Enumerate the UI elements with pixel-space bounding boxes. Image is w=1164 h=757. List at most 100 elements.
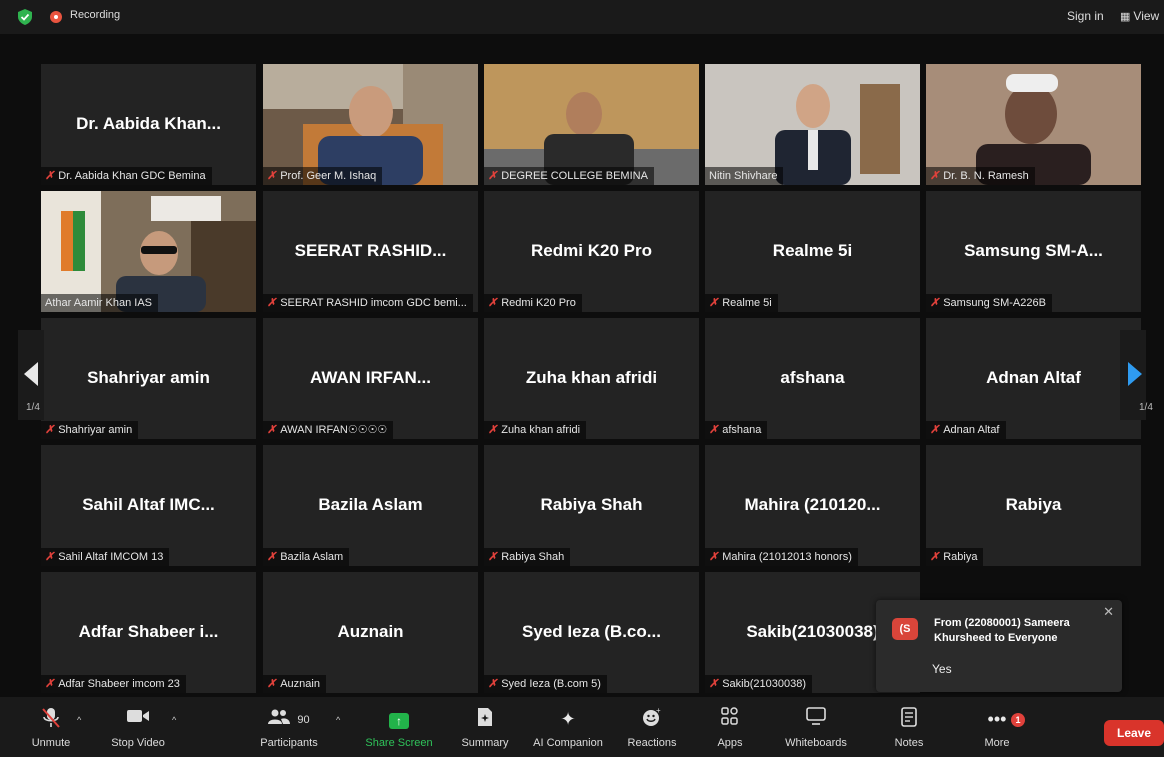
participant-name-label: ✗ Bazila Aslam xyxy=(263,548,350,566)
participants-icon xyxy=(268,709,295,729)
participant-name: AWAN IRFAN☉☉☉☉ xyxy=(280,424,388,436)
participant-name-label: ✗ Dr. B. N. Ramesh xyxy=(926,167,1035,185)
participant-name: Adfar Shabeer imcom 23 xyxy=(58,678,180,690)
chat-sender-avatar: (S xyxy=(892,618,918,640)
participant-name: Adnan Altaf xyxy=(943,424,1000,436)
participant-name: Auznain xyxy=(280,678,320,690)
muted-mic-icon: ✗ xyxy=(709,424,719,436)
muted-mic-icon: ✗ xyxy=(45,551,55,563)
participant-name-label: ✗ Mahira (21012013 honors) xyxy=(705,548,858,566)
muted-mic-icon: ✗ xyxy=(488,551,498,563)
whiteboard-icon xyxy=(774,707,858,731)
participant-tile[interactable]: ✗ DEGREE COLLEGE BEMINA xyxy=(484,64,699,185)
participant-name: DEGREE COLLEGE BEMINA xyxy=(501,170,648,182)
muted-mic-icon: ✗ xyxy=(488,424,498,436)
participant-tile[interactable]: SEERAT RASHID... ✗ SEERAT RASHID imcom GDC… xyxy=(263,191,478,312)
participant-name-label: ✗ Auznain xyxy=(263,675,326,693)
participant-tile[interactable]: Zuha khan afridi ✗ Zuha khan afridi xyxy=(484,318,699,439)
participant-name-label: ✗ Redmi K20 Pro xyxy=(484,294,582,312)
svg-text:+: + xyxy=(656,707,661,715)
participant-name-label: ✗ Rabiya Shah xyxy=(484,548,571,566)
muted-mic-icon: ✗ xyxy=(45,678,55,690)
participants-count: 90 xyxy=(297,714,310,727)
participant-display-name: Auznain xyxy=(337,622,404,641)
summary-button[interactable]: Summary xyxy=(456,707,514,749)
apps-icon xyxy=(710,707,750,731)
participant-tile[interactable]: Rabiya Shah ✗ Rabiya Shah xyxy=(484,445,699,566)
participant-name-label: ✗ Shahriyar amin xyxy=(41,421,139,439)
participant-tile[interactable]: Dr. Aabida Khan... ✗ Dr. Aabida Khan GDC B… xyxy=(41,64,256,185)
participant-display-name: Adfar Shabeer i... xyxy=(78,622,219,641)
participant-name-label: ✗ afshana xyxy=(705,421,768,439)
participant-name: Rabiya Shah xyxy=(501,551,565,563)
participant-tile[interactable]: Shahriyar amin ✗ Shahriyar amin xyxy=(41,318,256,439)
participant-name: Athar Aamir Khan IAS xyxy=(45,297,152,309)
participant-tile[interactable]: ✗ Prof. Geer M. Ishaq xyxy=(263,64,478,185)
video-options-chevron-up-icon[interactable]: ^ xyxy=(172,715,176,725)
chat-notification[interactable]: (S From (22080001) Sameera Khursheed to … xyxy=(876,600,1122,692)
stop-video-button[interactable]: Stop Video xyxy=(104,707,172,749)
participant-display-name: Adnan Altaf xyxy=(986,368,1081,387)
participant-tile[interactable]: Nitin Shivhare xyxy=(705,64,920,185)
muted-mic-icon: ✗ xyxy=(930,551,940,563)
ai-companion-button[interactable]: ✦ AI Companion xyxy=(528,707,608,749)
muted-mic-icon: ✗ xyxy=(267,551,277,563)
participants-button[interactable]: 90 Participants xyxy=(254,707,324,749)
participant-tile[interactable]: Mahira (210120... ✗ Mahira (21012013 honor… xyxy=(705,445,920,566)
unmute-button[interactable]: Unmute xyxy=(22,707,80,749)
notes-button[interactable]: Notes xyxy=(884,707,934,749)
sign-in-button[interactable]: Sign in xyxy=(1067,9,1104,23)
chat-sender: From (22080001) Sameera Khursheed to Eve… xyxy=(934,617,1070,644)
page-indicator-right: 1/4 xyxy=(1139,402,1153,413)
muted-mic-icon: ✗ xyxy=(930,424,940,436)
reactions-button[interactable]: + Reactions xyxy=(622,706,682,749)
participant-name: Prof. Geer M. Ishaq xyxy=(280,170,377,182)
participants-chevron-up-icon[interactable]: ^ xyxy=(336,715,340,725)
more-notification-badge: 1 xyxy=(1011,713,1025,727)
participant-tile[interactable]: AWAN IRFAN... ✗ AWAN IRFAN☉☉☉☉ xyxy=(263,318,478,439)
muted-mic-icon: ✗ xyxy=(488,297,498,309)
participant-tile[interactable]: Sahil Altaf IMC... ✗ Sahil Altaf IMCOM 13 xyxy=(41,445,256,566)
participant-tile[interactable]: Adnan Altaf ✗ Adnan Altaf xyxy=(926,318,1141,439)
participant-tile[interactable]: Syed Ieza (B.co... ✗ Syed Ieza (B.com 5) xyxy=(484,572,699,693)
muted-mic-icon: ✗ xyxy=(488,170,498,182)
security-shield-icon[interactable] xyxy=(18,9,32,25)
apps-button[interactable]: Apps xyxy=(710,707,750,749)
participant-name-label: ✗ Adfar Shabeer imcom 23 xyxy=(41,675,186,693)
participant-tile[interactable]: Adfar Shabeer i... ✗ Adfar Shabeer imcom 2… xyxy=(41,572,256,693)
participant-tile[interactable]: Auznain ✗ Auznain xyxy=(263,572,478,693)
emoji-smile-icon: + xyxy=(622,706,682,731)
participant-tile[interactable]: Rabiya ✗ Rabiya xyxy=(926,445,1141,566)
participant-name: Dr. B. N. Ramesh xyxy=(943,170,1029,182)
muted-mic-icon: ✗ xyxy=(45,424,55,436)
muted-mic-icon xyxy=(22,707,80,731)
page-indicator-left: 1/4 xyxy=(26,402,40,413)
participant-tile[interactable]: Realme 5i ✗ Realme 5i xyxy=(705,191,920,312)
leave-button[interactable]: Leave xyxy=(1104,720,1164,746)
muted-mic-icon: ✗ xyxy=(267,678,277,690)
muted-mic-icon: ✗ xyxy=(930,297,940,309)
participant-name-label: ✗ Adnan Altaf xyxy=(926,421,1006,439)
participant-tile[interactable]: Bazila Aslam ✗ Bazila Aslam xyxy=(263,445,478,566)
participant-tile[interactable]: Redmi K20 Pro ✗ Redmi K20 Pro xyxy=(484,191,699,312)
participant-display-name: Zuha khan afridi xyxy=(525,368,658,387)
participant-display-name: Redmi K20 Pro xyxy=(531,241,652,260)
participant-name-label: ✗ Dr. Aabida Khan GDC Bemina xyxy=(41,167,212,185)
recording-label[interactable]: Recording xyxy=(70,9,120,21)
participant-display-name: Mahira (210120... xyxy=(744,495,881,514)
whiteboards-button[interactable]: Whiteboards xyxy=(774,707,858,749)
participant-name: Nitin Shivhare xyxy=(709,170,778,182)
sparkle-icon: ✦ xyxy=(560,709,576,729)
video-camera-icon xyxy=(104,707,172,731)
participant-tile[interactable]: afshana ✗ afshana xyxy=(705,318,920,439)
recording-icon[interactable] xyxy=(50,11,62,23)
participant-tile[interactable]: Samsung SM-A... ✗ Samsung SM-A226B xyxy=(926,191,1141,312)
close-icon[interactable]: ✕ xyxy=(1103,604,1114,620)
view-button[interactable]: ▦ View xyxy=(1120,9,1159,23)
participant-name: SEERAT RASHID imcom GDC bemi... xyxy=(280,297,467,309)
participant-tile[interactable]: Athar Aamir Khan IAS xyxy=(41,191,256,312)
share-screen-button[interactable]: ↑ Share Screen xyxy=(360,707,438,749)
participant-name-label: Athar Aamir Khan IAS xyxy=(41,294,158,312)
audio-options-chevron-up-icon[interactable]: ^ xyxy=(77,715,81,725)
participant-tile[interactable]: ✗ Dr. B. N. Ramesh xyxy=(926,64,1141,185)
